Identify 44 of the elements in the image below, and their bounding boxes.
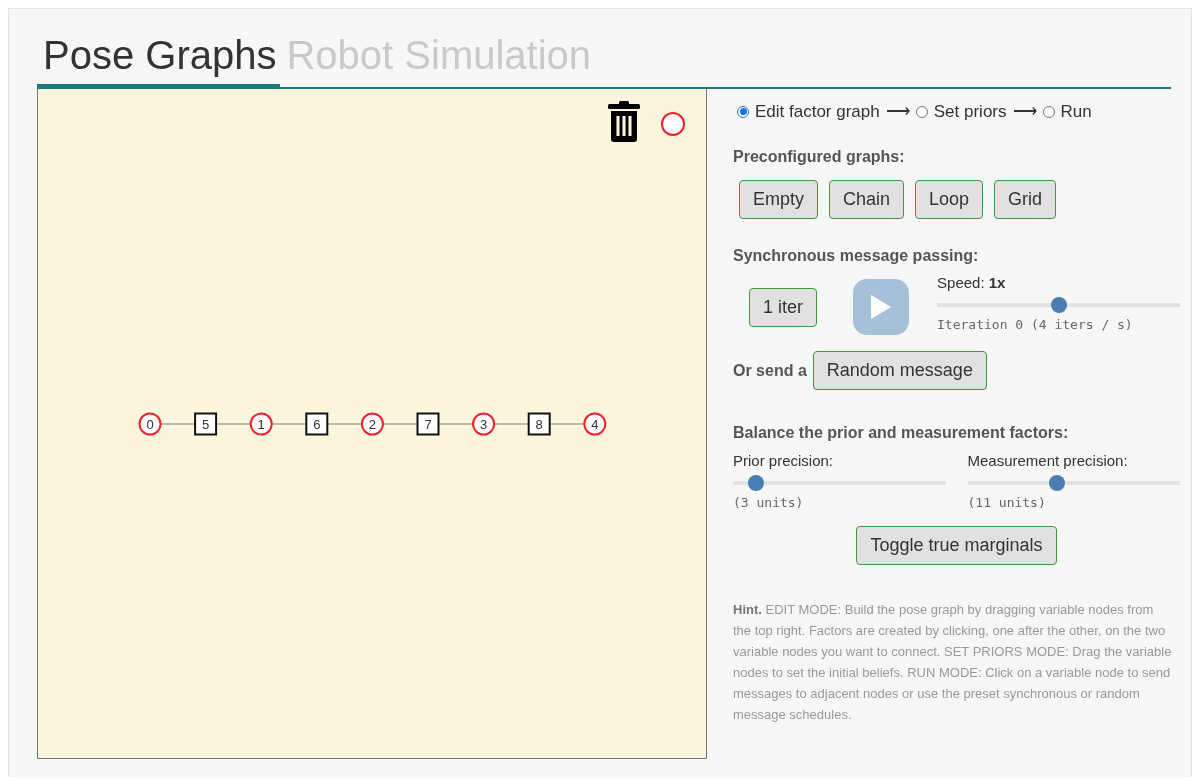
variable-node[interactable]: 4: [583, 412, 607, 436]
slider-reading: (11 units): [967, 495, 1047, 510]
slider-reading: (3 units): [733, 495, 805, 510]
section-heading: Preconfigured graphs:: [733, 148, 906, 166]
graph-preset-button[interactable]: Loop: [915, 180, 984, 219]
section-heading: Balance the prior and measurement factors:: [733, 424, 1070, 442]
iteration-status: Iteration 0 (4 iters / s): [937, 317, 1134, 332]
factor-node[interactable]: 7: [416, 412, 440, 436]
new-variable-node[interactable]: [660, 111, 686, 137]
factor-node[interactable]: 6: [305, 412, 329, 436]
variable-node[interactable]: 0: [138, 412, 162, 436]
edge: [271, 423, 307, 425]
edge: [160, 423, 196, 425]
arrow-sign: ⟶: [885, 101, 910, 122]
speed-label: Speed: 1x: [937, 274, 1007, 291]
edge: [549, 423, 585, 425]
edge: [326, 423, 363, 425]
factor-node[interactable]: 8: [527, 412, 551, 436]
variable-node[interactable]: 3: [472, 412, 496, 436]
hint-text: Hint. EDIT MODE: Build the pose graph by dragging variable nodes from the top right. Factors are created by clicking, one after the other, on the two variable nodes you want to connect. SET PRIORS MODE: Drag the variable nodes to set the initial beliefs. RUN MODE: Click on a variable node to send messages to adjacent nodes or use the preset synchronous or random message schedules.: [733, 601, 1173, 724]
mode-radio[interactable]: Edit factor graph: [737, 101, 880, 122]
arrow-sign: ⟶: [1012, 101, 1037, 122]
step-button[interactable]: 1 iter: [749, 287, 818, 327]
random-label: Or send a: [733, 361, 807, 380]
trash-icon[interactable]: [608, 101, 640, 143]
mode-radio[interactable]: Run: [1042, 101, 1092, 122]
random-message-button[interactable]: Random message: [812, 351, 987, 390]
factor-node[interactable]: 5: [194, 412, 218, 436]
section-heading: Synchronous message passing:: [733, 247, 980, 265]
edge: [438, 423, 474, 425]
graph-preset-button[interactable]: Grid: [994, 180, 1057, 219]
edge: [493, 423, 530, 425]
edge: [382, 423, 418, 425]
play-icon: [870, 294, 893, 320]
mode-radio[interactable]: Set priors: [915, 101, 1007, 122]
slider-label: Prior precision:: [733, 452, 835, 469]
graph-preset-button[interactable]: Chain: [829, 180, 905, 219]
variable-node[interactable]: 1: [249, 412, 273, 436]
edge: [215, 423, 252, 425]
graph-canvas[interactable]: 0 5 1 6 2 7 3 8 4: [37, 89, 707, 759]
slider-label: Measurement precision:: [967, 452, 1129, 469]
graph-preset-button[interactable]: Empty: [739, 180, 818, 219]
toggle-marginals-button[interactable]: Toggle true marginals: [856, 526, 1057, 565]
variable-node[interactable]: 2: [360, 412, 384, 436]
